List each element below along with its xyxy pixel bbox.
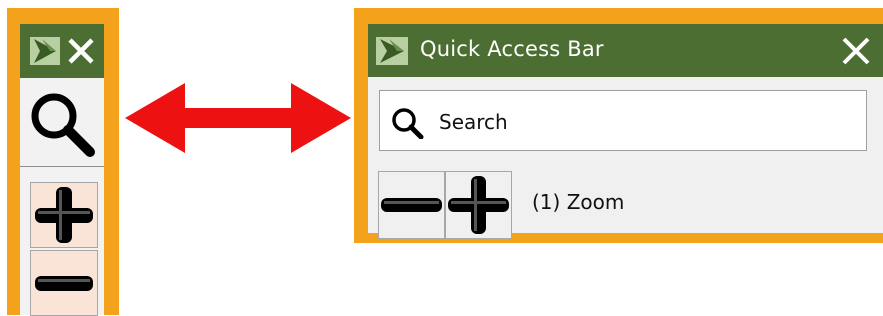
- play-logo-icon[interactable]: [376, 37, 408, 69]
- minus-icon: [381, 198, 442, 212]
- collapsed-quick-access-bar: [7, 8, 119, 316]
- collapsed-bar-body: [20, 24, 104, 316]
- zoom-out-button[interactable]: [378, 171, 445, 239]
- search-placeholder: Search: [439, 110, 508, 134]
- search-icon: [31, 93, 95, 157]
- collapsed-bar-header: [20, 24, 104, 78]
- minus-icon: [35, 276, 93, 291]
- expanded-bar-body: Quick Access Bar Search (1) Zoom: [368, 24, 883, 239]
- search-icon: [392, 108, 424, 139]
- search-button[interactable]: [20, 78, 104, 166]
- zoom-in-button[interactable]: [30, 182, 98, 248]
- expanded-quick-access-bar: Quick Access Bar Search (1) Zoom: [354, 8, 883, 243]
- zoom-in-button[interactable]: [445, 171, 512, 239]
- play-logo-icon[interactable]: [30, 37, 60, 69]
- panel-title: Quick Access Bar: [420, 37, 604, 61]
- zoom-out-button[interactable]: [30, 250, 98, 316]
- zoom-label: (1) Zoom: [532, 190, 625, 214]
- close-icon[interactable]: [67, 37, 95, 69]
- search-input[interactable]: Search: [379, 90, 867, 151]
- divider: [20, 166, 104, 167]
- plus-icon: [448, 176, 509, 234]
- expanded-bar-header: Quick Access Bar: [368, 24, 883, 77]
- double-headed-arrow-icon: [125, 83, 351, 153]
- plus-icon: [35, 187, 93, 243]
- close-icon[interactable]: [841, 36, 871, 70]
